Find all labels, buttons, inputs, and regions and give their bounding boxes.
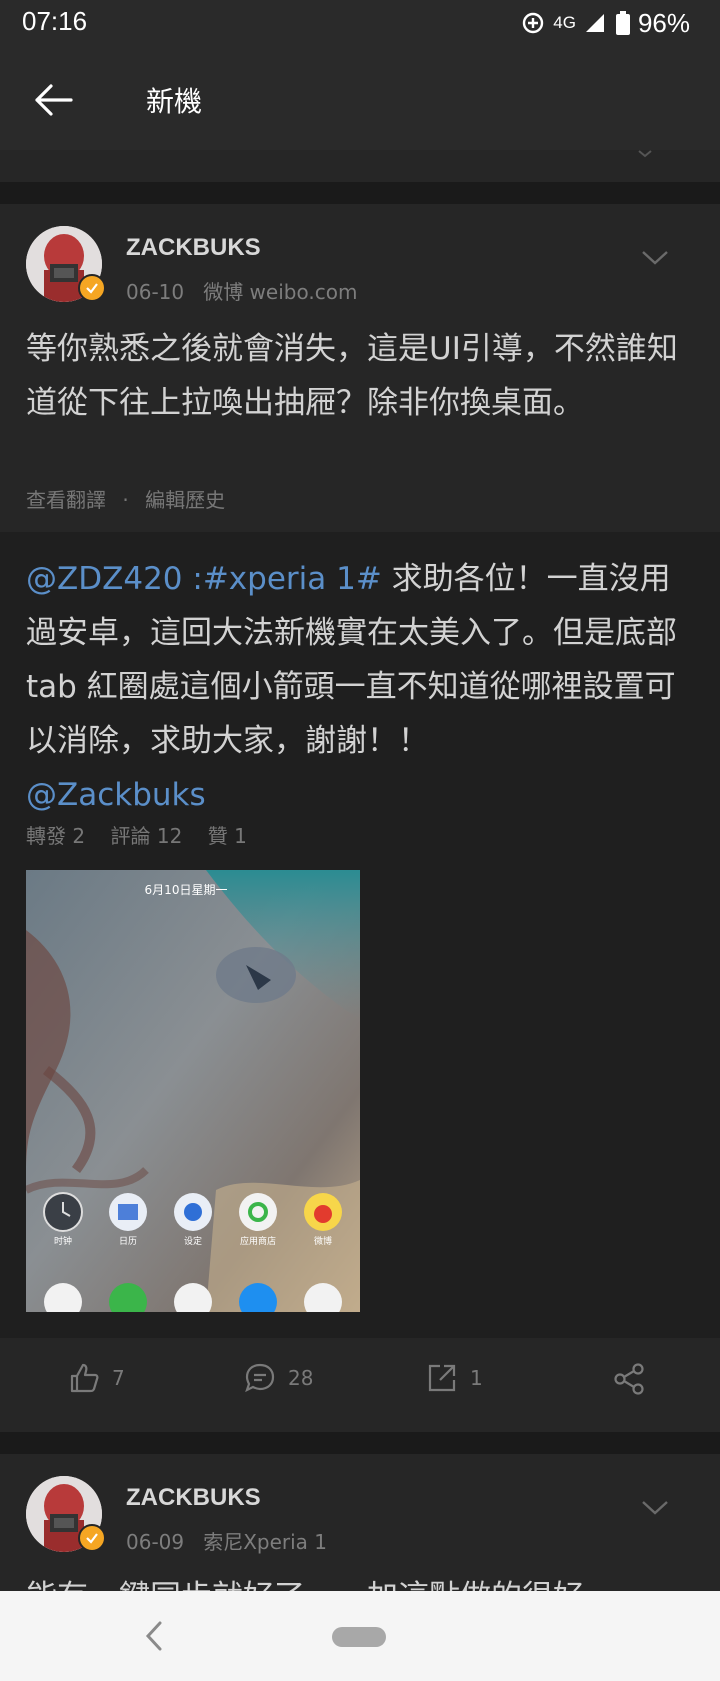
app-label: 日历 (119, 1236, 137, 1247)
previous-card-remnant (0, 150, 720, 182)
app-label: 应用商店 (240, 1235, 276, 1247)
post-meta: 06-09 索尼Xperia 1 (126, 1526, 327, 1555)
thumbs-up-icon (70, 1363, 99, 1393)
repost-colon: : (182, 561, 203, 597)
post-date: 06-10 (126, 280, 185, 304)
battery-percent: 96% (637, 7, 690, 38)
repost-icon (428, 1364, 456, 1392)
arrow-left-icon (35, 84, 73, 116)
separator: · (122, 488, 129, 512)
system-nav-bar (0, 1591, 720, 1681)
chevron-down-icon[interactable] (640, 248, 670, 268)
status-bar: 07:16 4G 96% (0, 0, 720, 50)
post-action-bar: 7 28 1 (0, 1338, 720, 1432)
post-text: 能有一鍵同步就好了。…加這點做的很好。 (26, 1570, 696, 1591)
like-count: 7 (112, 1366, 125, 1390)
hashtag-link[interactable]: #xperia 1# (203, 561, 382, 597)
photo-date-line: 6月10日星期一 (145, 883, 228, 897)
app-label: 设定 (184, 1235, 202, 1247)
post-source: 微博 weibo.com (203, 280, 358, 304)
repost-stats: 轉發 2 評論 12 贊 1 (26, 820, 247, 849)
post-card[interactable]: ZACKBUKS 06-09 索尼Xperia 1 能有一鍵同步就好了。…加這點… (0, 1454, 720, 1591)
status-time: 07:16 (22, 6, 88, 36)
comments-count[interactable]: 評論 12 (111, 824, 183, 848)
share-icon (614, 1363, 644, 1395)
card-divider (0, 1432, 720, 1454)
more-share-button[interactable] (612, 1362, 646, 1396)
post-date: 06-09 (126, 1530, 185, 1554)
back-button[interactable] (26, 74, 80, 126)
avatar[interactable] (26, 1476, 106, 1552)
app-label: 时钟 (54, 1235, 72, 1247)
signal-icon (585, 14, 604, 32)
post-meta: 06-10 微博 weibo.com (126, 276, 357, 305)
post-text: 等你熟悉之後就會消失，這是UI引導，不然誰知道從下往上拉喚出抽屜？除非你換桌面。 (26, 331, 678, 421)
post-links: 查看翻譯 · 編輯歷史 (26, 484, 225, 513)
avatar[interactable] (26, 226, 106, 302)
data-saver-icon (523, 12, 544, 34)
translate-link[interactable]: 查看翻譯 (26, 488, 106, 512)
username[interactable]: ZACKBUKS (126, 234, 261, 262)
retweeted-post[interactable]: @ZDZ420 :#xperia 1# 求助各位！一直沒用過安卓，這回大法新機實… (0, 532, 720, 1338)
likes-count[interactable]: 贊 1 (208, 824, 247, 848)
share-button[interactable]: 1 (426, 1362, 483, 1394)
edit-history-link[interactable]: 編輯歷史 (145, 488, 225, 512)
post-card[interactable]: ZACKBUKS 06-10 微博 weibo.com 等你熟悉之後就會消失，這… (0, 204, 720, 532)
repost-text: @ZDZ420 :#xperia 1# 求助各位！一直沒用過安卓，這回大法新機實… (26, 552, 696, 822)
like-button[interactable]: 7 (68, 1362, 125, 1394)
nav-back-icon[interactable] (140, 1619, 170, 1653)
chevron-down-icon (638, 150, 652, 158)
app-label: 微博 (314, 1235, 332, 1247)
comment-button[interactable]: 28 (244, 1362, 313, 1394)
nav-home-pill[interactable] (332, 1627, 386, 1647)
reposts-count[interactable]: 轉發 2 (26, 824, 85, 848)
repost-count: 1 (470, 1366, 483, 1390)
verified-badge-icon (78, 274, 106, 302)
page-title: 新機 (146, 85, 203, 118)
comment-icon (245, 1363, 275, 1393)
card-divider (0, 182, 720, 204)
battery-icon (615, 11, 630, 35)
post-photo[interactable]: 6月10日星期一 时钟 日历 设定 应用商店 微博 (26, 870, 360, 1312)
post-source: 索尼Xperia 1 (203, 1530, 328, 1554)
username[interactable]: ZACKBUKS (126, 1484, 261, 1512)
comment-count: 28 (288, 1366, 314, 1390)
mention-link[interactable]: @ZDZ420 (26, 561, 183, 597)
status-icons: 4G 96% (521, 8, 690, 38)
network-type: 4G (553, 13, 576, 32)
top-app-bar: 新機 (0, 50, 720, 150)
mention-link[interactable]: @Zackbuks (26, 777, 206, 813)
chevron-down-icon[interactable] (640, 1498, 670, 1518)
app-page: 07:16 4G 96% 新機 ZACKBUKS 06-10 微博 weibo.… (0, 0, 720, 1681)
verified-badge-icon (78, 1524, 106, 1552)
